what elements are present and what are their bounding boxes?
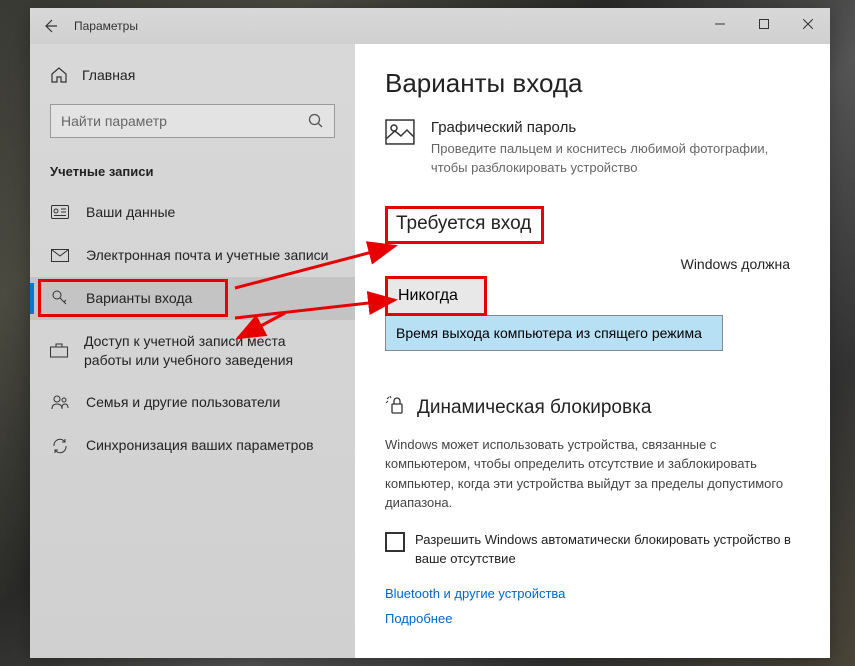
dropdown-option[interactable]: Время выхода компьютера из спящего режим… bbox=[385, 315, 723, 351]
titlebar: Параметры bbox=[30, 8, 830, 44]
minimize-button[interactable] bbox=[698, 8, 742, 40]
sidebar-item-label: Доступ к учетной записи места работы или… bbox=[84, 332, 335, 370]
maximize-icon bbox=[759, 19, 769, 29]
picture-password-option[interactable]: Графический пароль Проведите пальцем и к… bbox=[385, 119, 800, 178]
nav-list: Ваши данные Электронная почта и учетные … bbox=[30, 191, 355, 467]
picture-password-title: Графический пароль bbox=[431, 119, 800, 136]
learn-more-link[interactable]: Подробнее bbox=[385, 611, 800, 626]
window-body: Главная Учетные записи Ваши данные Элект… bbox=[30, 44, 830, 658]
search-input[interactable] bbox=[61, 113, 308, 129]
sidebar-item-work-access[interactable]: Доступ к учетной записи места работы или… bbox=[30, 320, 355, 382]
home-label: Главная bbox=[82, 67, 135, 83]
dynamic-lock-desc: Windows может использовать устройства, с… bbox=[385, 435, 800, 513]
content-panel: Варианты входа Графический пароль Провед… bbox=[355, 44, 830, 658]
id-card-icon bbox=[50, 205, 70, 219]
checkbox[interactable] bbox=[385, 532, 405, 552]
dropdown-selected[interactable]: Никогда bbox=[385, 276, 487, 316]
key-icon bbox=[50, 289, 70, 307]
people-icon bbox=[50, 395, 70, 410]
close-icon bbox=[803, 19, 813, 29]
sidebar-item-label: Семья и другие пользователи bbox=[86, 393, 280, 412]
settings-window: Параметры Главная Учетные записи Ваши да… bbox=[30, 8, 830, 658]
picture-icon bbox=[385, 119, 415, 145]
bluetooth-link[interactable]: Bluetooth и другие устройства bbox=[385, 586, 800, 601]
maximize-button[interactable] bbox=[742, 8, 786, 40]
close-button[interactable] bbox=[786, 8, 830, 40]
category-header: Учетные записи bbox=[50, 164, 335, 179]
annotation-highlight: Требуется вход bbox=[385, 206, 544, 244]
sidebar-item-family[interactable]: Семья и другие пользователи bbox=[30, 381, 355, 424]
home-icon bbox=[50, 66, 68, 84]
sidebar-item-your-info[interactable]: Ваши данные bbox=[30, 191, 355, 234]
minimize-icon bbox=[715, 19, 725, 29]
require-signin-heading: Требуется вход bbox=[396, 213, 531, 235]
sync-icon bbox=[50, 437, 70, 455]
sidebar-item-email[interactable]: Электронная почта и учетные записи bbox=[30, 234, 355, 277]
dynamic-lock-icon bbox=[385, 395, 407, 421]
sidebar-item-label: Ваши данные bbox=[86, 203, 175, 222]
dynamic-lock-checkbox-row[interactable]: Разрешить Windows автоматически блокиров… bbox=[385, 531, 800, 569]
back-button[interactable] bbox=[30, 8, 70, 44]
search-box[interactable] bbox=[50, 104, 335, 138]
sidebar-item-label: Синхронизация ваших параметров bbox=[86, 436, 314, 455]
sidebar-item-signin-options[interactable]: Варианты входа bbox=[30, 277, 355, 320]
sidebar-item-label: Электронная почта и учетные записи bbox=[86, 246, 328, 265]
window-title: Параметры bbox=[74, 19, 138, 33]
window-controls bbox=[698, 8, 830, 40]
sidebar: Главная Учетные записи Ваши данные Элект… bbox=[30, 44, 355, 658]
dynamic-lock-heading: Динамическая блокировка bbox=[385, 395, 800, 421]
sidebar-item-label: Варианты входа bbox=[86, 289, 192, 308]
briefcase-icon bbox=[50, 343, 68, 358]
sidebar-item-sync[interactable]: Синхронизация ваших параметров bbox=[30, 424, 355, 467]
page-title: Варианты входа bbox=[385, 68, 800, 99]
require-signin-dropdown[interactable]: Никогда Время выхода компьютера из спяще… bbox=[385, 276, 723, 351]
back-arrow-icon bbox=[42, 18, 58, 34]
search-icon bbox=[308, 113, 324, 129]
home-link[interactable]: Главная bbox=[30, 58, 355, 92]
checkbox-label: Разрешить Windows автоматически блокиров… bbox=[415, 531, 800, 569]
require-signin-question: В случае вашего отсутствия через какое в… bbox=[385, 256, 800, 272]
picture-password-desc: Проведите пальцем и коснитесь любимой фо… bbox=[431, 140, 800, 178]
envelope-icon bbox=[50, 249, 70, 262]
